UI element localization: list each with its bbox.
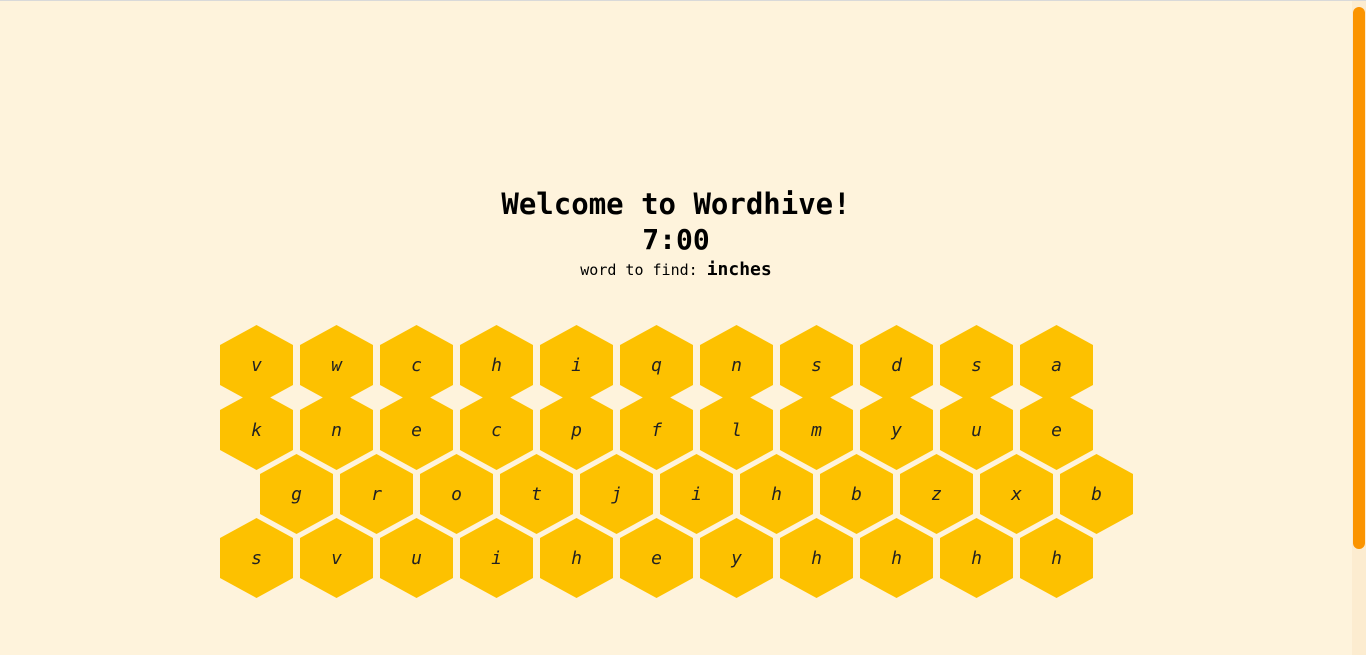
hex-letter: h [891, 547, 902, 569]
hex-letter: k [251, 419, 262, 441]
hex-letter: s [971, 354, 982, 376]
hex-cell[interactable]: u [940, 390, 1013, 470]
hex-letter: n [331, 419, 342, 441]
hex-letter: i [571, 354, 582, 376]
hex-letter: a [1051, 354, 1062, 376]
hex-letter: h [971, 547, 982, 569]
hex-cell[interactable]: j [580, 454, 653, 534]
hex-letter: o [451, 483, 462, 505]
hex-cell[interactable]: o [420, 454, 493, 534]
page-scrollbar[interactable] [1352, 1, 1366, 655]
hex-letter: p [571, 419, 582, 441]
hex-letter: n [731, 354, 742, 376]
hex-letter: h [771, 483, 782, 505]
hex-letter: u [971, 419, 982, 441]
scrollbar-thumb[interactable] [1353, 7, 1365, 549]
hex-letter: z [931, 483, 942, 505]
game-page: Welcome to Wordhive! 7:00 word to find: … [0, 0, 1366, 655]
hex-letter: v [331, 547, 342, 569]
hex-letter: h [571, 547, 582, 569]
hex-cell[interactable]: l [700, 390, 773, 470]
hex-cell[interactable]: h [780, 518, 853, 598]
hex-cell[interactable]: u [380, 518, 453, 598]
hex-cell[interactable]: i [460, 518, 533, 598]
hex-letter: s [251, 547, 262, 569]
hex-letter: w [331, 354, 342, 376]
hex-letter: l [731, 419, 742, 441]
hex-cell[interactable]: e [620, 518, 693, 598]
hex-cell[interactable]: s [220, 518, 293, 598]
hex-cell[interactable]: h [940, 518, 1013, 598]
hex-letter: b [1091, 483, 1102, 505]
hex-cell[interactable]: b [1060, 454, 1133, 534]
hex-letter: f [651, 419, 662, 441]
hex-letter: c [491, 419, 502, 441]
hex-letter: c [411, 354, 422, 376]
hex-letter: g [291, 483, 302, 505]
hex-cell[interactable]: y [700, 518, 773, 598]
hex-letter: h [811, 547, 822, 569]
hex-letter: s [811, 354, 822, 376]
hex-letter: h [1051, 547, 1062, 569]
hex-letter: e [651, 547, 662, 569]
hex-letter: t [531, 483, 542, 505]
hex-letter: d [891, 354, 902, 376]
hex-cell[interactable]: f [620, 390, 693, 470]
hex-letter: q [651, 354, 662, 376]
hex-letter: u [411, 547, 422, 569]
hex-letter: v [251, 354, 262, 376]
hex-cell[interactable]: v [300, 518, 373, 598]
hex-cell[interactable]: z [900, 454, 973, 534]
hex-cell[interactable]: n [300, 390, 373, 470]
hex-cell[interactable]: e [380, 390, 453, 470]
hex-cell[interactable]: r [340, 454, 413, 534]
hex-letter: y [891, 419, 902, 441]
hex-letter: r [371, 483, 382, 505]
hex-letter: b [851, 483, 862, 505]
hex-letter: j [611, 483, 622, 505]
hex-letter: i [691, 483, 702, 505]
hex-cell[interactable]: h [860, 518, 933, 598]
hex-letter: i [491, 547, 502, 569]
hex-letter: x [1011, 483, 1022, 505]
hex-cell[interactable]: h [740, 454, 813, 534]
hex-letter: e [1051, 419, 1062, 441]
hex-cell[interactable]: h [1020, 518, 1093, 598]
hex-cell[interactable]: m [780, 390, 853, 470]
hex-cell[interactable]: x [980, 454, 1053, 534]
hex-letter: h [491, 354, 502, 376]
hex-letter: y [731, 547, 742, 569]
hex-cell[interactable]: c [460, 390, 533, 470]
hex-cell[interactable]: t [500, 454, 573, 534]
hex-cell[interactable]: e [1020, 390, 1093, 470]
hex-cell[interactable]: h [540, 518, 613, 598]
hex-board: v w c h i q n s d s a k n e c p f l m y u e g r o t j i h b z x b s v u i h e y… [0, 1, 1352, 655]
hex-cell[interactable]: y [860, 390, 933, 470]
hex-cell[interactable]: b [820, 454, 893, 534]
hex-letter: e [411, 419, 422, 441]
hex-cell[interactable]: p [540, 390, 613, 470]
hex-cell[interactable]: i [660, 454, 733, 534]
hex-cell[interactable]: k [220, 390, 293, 470]
hex-letter: m [811, 419, 822, 441]
hex-cell[interactable]: g [260, 454, 333, 534]
